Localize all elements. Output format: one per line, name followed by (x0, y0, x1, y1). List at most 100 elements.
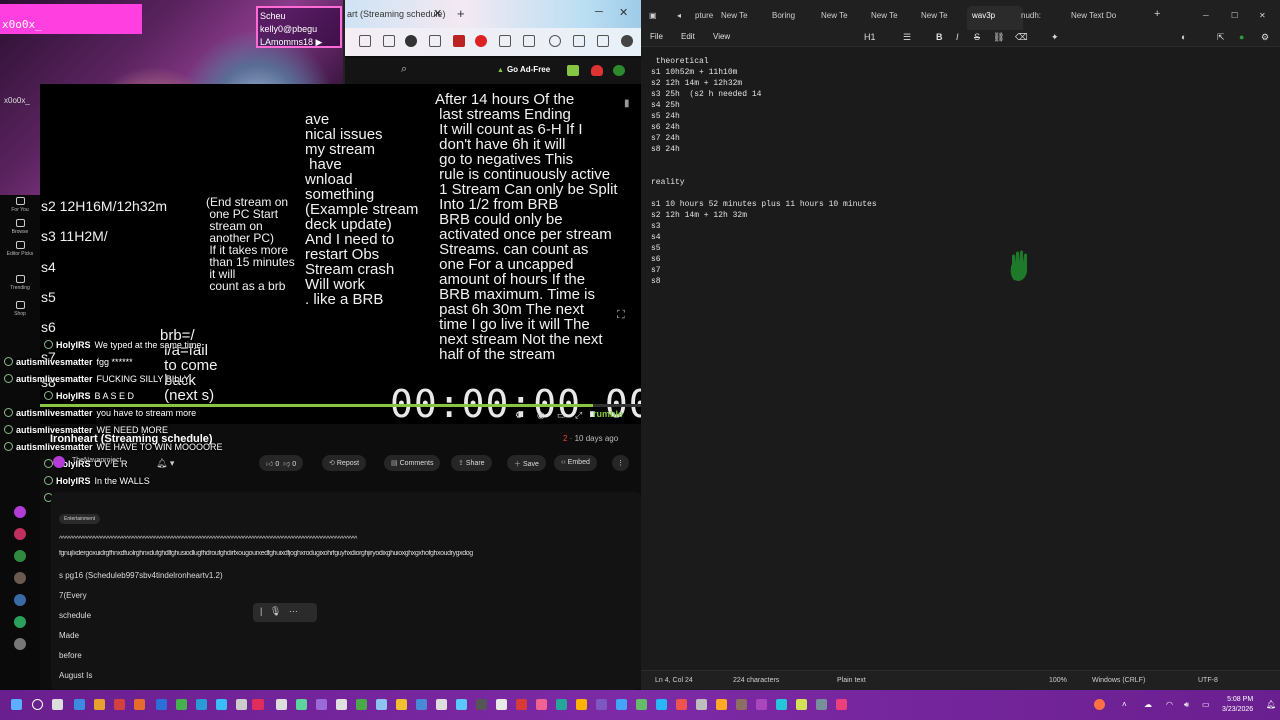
app-icon[interactable] (316, 699, 327, 710)
tab-left-arrow-icon[interactable]: ◂ (677, 11, 681, 20)
avatar[interactable] (14, 506, 26, 518)
chevron-up-icon[interactable]: ˄ (1122, 700, 1127, 709)
chat-username[interactable]: autismlivesmatter (16, 357, 93, 367)
app-icon[interactable] (216, 699, 227, 710)
app-icon[interactable] (396, 699, 407, 710)
pin-icon[interactable]: ▮ (624, 98, 630, 109)
sidebar-item-shop[interactable]: Shop (6, 301, 34, 317)
camera-icon[interactable] (549, 35, 561, 47)
avatar[interactable] (613, 65, 625, 76)
app-icon[interactable] (156, 699, 167, 710)
embed-button[interactable]: ‹› Embed (554, 455, 597, 471)
close-window-icon[interactable]: ✕ (619, 6, 628, 19)
zoom-level[interactable]: 100% (1049, 677, 1067, 684)
app-icon[interactable] (236, 699, 247, 710)
file-explorer-icon[interactable] (94, 699, 105, 710)
star-icon[interactable] (359, 35, 371, 47)
tab-streaming-schedule[interactable]: art (Streaming schedule) (347, 9, 446, 19)
app-icon[interactable] (556, 699, 567, 710)
youtube-icon[interactable] (475, 35, 487, 47)
app-icon[interactable] (836, 699, 847, 710)
tab-active[interactable]: wav3p (972, 11, 995, 20)
app-icon[interactable] (276, 699, 287, 710)
app-icon[interactable] (376, 699, 387, 710)
more-icon[interactable]: ⋯ (289, 606, 298, 616)
app-icon[interactable] (476, 699, 487, 710)
tab-item[interactable]: Boring (772, 11, 795, 20)
notepad-text-area[interactable]: theoretical s1 10h52m + 11h10m s2 12h 14m … (641, 46, 1280, 670)
volume-icon[interactable]: 🔊︎ (1184, 700, 1189, 710)
avatar[interactable] (14, 528, 26, 540)
app-icon[interactable] (536, 699, 547, 710)
app-icon[interactable] (336, 699, 347, 710)
fullscreen-icon[interactable]: ⤢ (575, 410, 582, 421)
profile-icon[interactable] (621, 35, 633, 47)
app-icon[interactable] (516, 699, 527, 710)
chat-username[interactable]: HolyIRS (56, 391, 91, 401)
clear-format-icon[interactable]: ⌫ (1015, 32, 1028, 43)
category-tag[interactable]: Entertainment (59, 514, 101, 524)
tab-icon[interactable] (499, 35, 511, 47)
app-icon[interactable] (716, 699, 727, 710)
chat-username[interactable]: autismlivesmatter (16, 374, 93, 384)
new-tab-button[interactable]: + (1154, 8, 1160, 20)
app-icon[interactable] (114, 699, 125, 710)
menu-edit[interactable]: Edit (681, 32, 695, 41)
format-indicator[interactable]: Plain text (837, 677, 866, 684)
notification-badge-icon[interactable] (1094, 699, 1105, 710)
app-icon[interactable] (796, 699, 807, 710)
gear-icon[interactable]: ⚙ (1261, 32, 1269, 43)
task-view-icon[interactable] (52, 699, 63, 710)
obs-icon[interactable] (252, 699, 264, 710)
chat-username[interactable]: HolyIRS (56, 476, 91, 486)
tab-item[interactable]: nudh: (1021, 11, 1041, 20)
sidebar-item-trending[interactable]: Trending (6, 275, 34, 291)
sidebar-item-browse[interactable]: Browse (6, 219, 34, 235)
strikethrough-icon[interactable]: S (974, 32, 980, 42)
app-icon[interactable] (456, 699, 467, 710)
tab-item[interactable]: New Te (871, 11, 898, 20)
edge-icon[interactable] (196, 699, 207, 710)
save-button[interactable]: ＋ Save (507, 455, 546, 471)
channel-avatar[interactable] (53, 456, 65, 468)
copilot-badge-icon[interactable]: ◐ (1181, 32, 1186, 42)
puzzle-icon[interactable] (523, 35, 535, 47)
copilot-icon[interactable]: ✦ (1051, 32, 1059, 43)
menu-file[interactable]: File (650, 32, 663, 41)
sidebar-item-editor-picks[interactable]: Editor Picks (6, 241, 34, 257)
heading-dropdown[interactable]: H1 (864, 32, 876, 42)
app-icon[interactable] (436, 699, 447, 710)
like-dislike-button[interactable]: 👍︎ 0 👎︎ 0 (259, 455, 304, 471)
line-ending[interactable]: Windows (CRLF) (1092, 677, 1145, 684)
channel-name[interactable]: TheNavaproject (72, 457, 121, 464)
avatar[interactable] (14, 594, 26, 606)
app-icon[interactable] (776, 699, 787, 710)
bell-icon[interactable]: 🔔︎ ▾ (156, 458, 174, 469)
expand-icon[interactable]: ⛶ (617, 309, 625, 322)
cloud-icon[interactable]: ☁ (1144, 700, 1152, 709)
avatar[interactable] (14, 550, 26, 562)
volume-icon[interactable]: ◉ (537, 410, 545, 421)
app-icon[interactable] (696, 699, 707, 710)
tab-item[interactable]: New Te (721, 11, 748, 20)
bell-icon[interactable] (591, 65, 603, 76)
app-icon[interactable] (176, 699, 187, 710)
extension-icon[interactable] (453, 35, 465, 47)
chevron-right-icon[interactable] (597, 35, 609, 47)
app-icon[interactable] (656, 699, 667, 710)
app-icon[interactable] (636, 699, 647, 710)
download-icon[interactable] (383, 35, 395, 47)
close-icon[interactable]: ✕ (433, 7, 442, 20)
tab-item[interactable]: New Te (921, 11, 948, 20)
go-ad-free-button[interactable]: Go Ad-Free (497, 65, 550, 74)
app-icon[interactable] (416, 699, 427, 710)
encoding[interactable]: UTF-8 (1198, 677, 1218, 684)
tab-item[interactable]: pture (695, 11, 713, 20)
theater-icon[interactable]: ▭ (557, 410, 566, 421)
cursor-icon[interactable]: | (260, 606, 262, 616)
wifi-icon[interactable]: ◠ (1166, 700, 1173, 709)
maximize-button[interactable]: ☐ (1231, 11, 1238, 20)
upload-icon[interactable] (567, 65, 579, 76)
home-icon[interactable] (429, 35, 441, 47)
menu-view[interactable]: View (713, 32, 730, 41)
